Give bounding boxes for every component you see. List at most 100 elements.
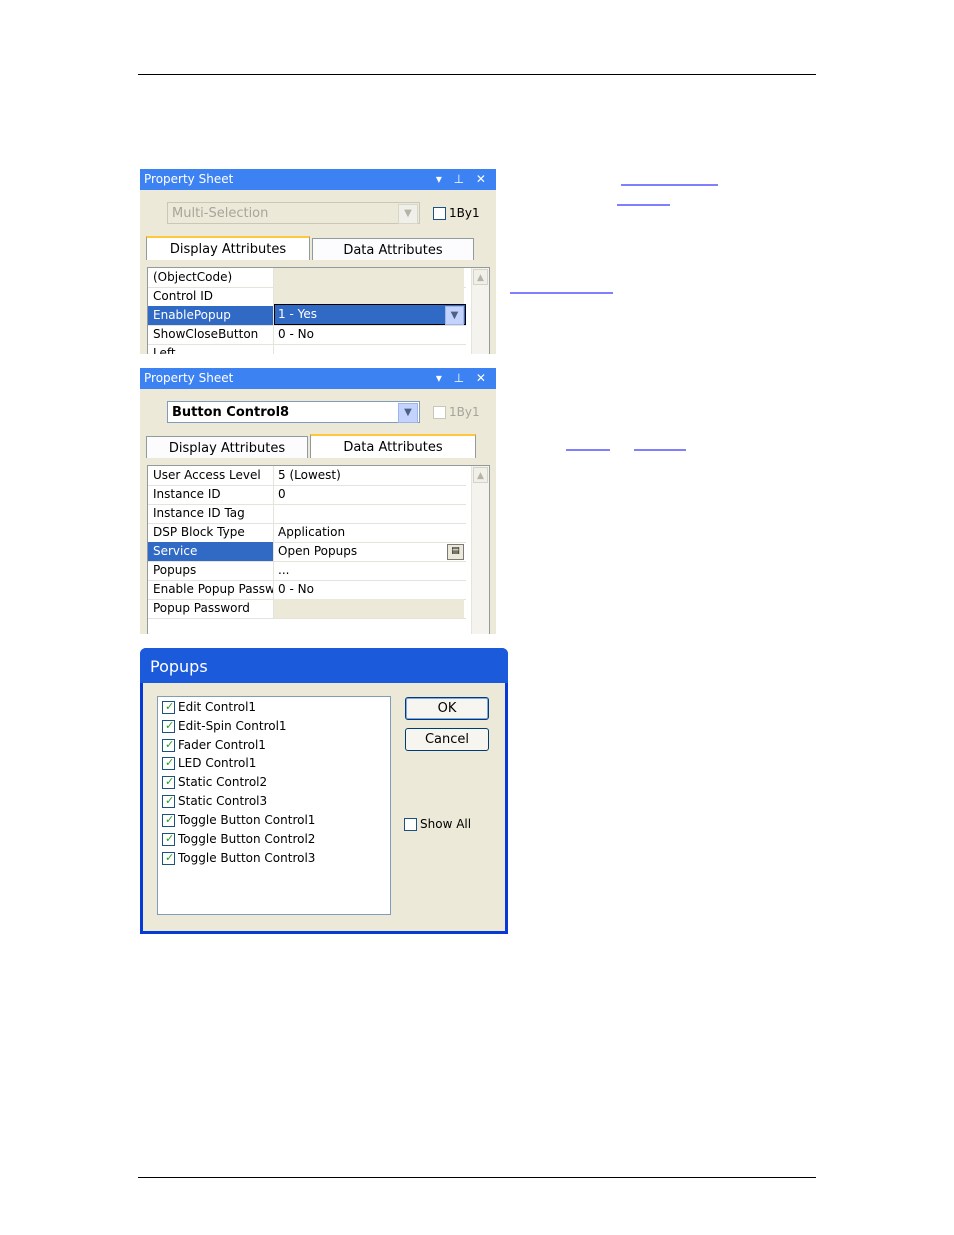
property-key: Popup Password xyxy=(148,599,274,618)
checkbox-checked[interactable]: ✓ xyxy=(162,739,175,752)
checkmark-icon: ✓ xyxy=(165,794,175,807)
property-row[interactable]: Instance ID Tag xyxy=(148,504,466,524)
property-value xyxy=(274,599,464,618)
scroll-up-icon[interactable]: ▲ xyxy=(473,269,488,285)
checkmark-icon: ✓ xyxy=(165,700,175,713)
property-key: ShowCloseButton xyxy=(148,325,274,344)
property-row[interactable]: ShowCloseButton 0 - No xyxy=(148,325,466,345)
property-row[interactable]: Enable Popup Passw 0 - No xyxy=(148,580,466,600)
checkbox-checked[interactable]: ✓ xyxy=(162,795,175,808)
property-sheet-titlebar: Property Sheet ▾ ⊥ ✕ xyxy=(140,169,496,190)
property-key: Service xyxy=(148,542,274,561)
list-item-label: Fader Control1 xyxy=(178,738,266,752)
property-grid: User Access Level 5 (Lowest) Instance ID… xyxy=(147,465,490,634)
property-key: Enable Popup Passw xyxy=(148,580,274,599)
property-row[interactable]: DSP Block Type Application xyxy=(148,523,466,543)
cancel-button[interactable]: Cancel xyxy=(405,728,489,751)
object-select[interactable]: Multi-Selection ▼ xyxy=(167,202,420,224)
checkbox-checked[interactable]: ✓ xyxy=(162,720,175,733)
show-all-checkbox[interactable]: Show All xyxy=(404,816,471,832)
header-rule xyxy=(138,74,816,75)
list-item[interactable]: ✓ Toggle Button Control3 xyxy=(162,849,315,868)
property-key: (ObjectCode) xyxy=(148,268,274,287)
property-value xyxy=(274,344,464,354)
list-item[interactable]: ✓ LED Control1 xyxy=(162,754,256,773)
titlebar-controls-icon[interactable]: ▾ ⊥ ✕ xyxy=(436,169,490,190)
property-value: Application xyxy=(278,525,346,539)
list-item-label: Toggle Button Control2 xyxy=(178,832,316,846)
property-sheet-titlebar: Property Sheet ▾ ⊥ ✕ xyxy=(140,368,496,389)
dialog-body: ✓ Edit Control1 ✓ Edit-Spin Control1 ✓ Fade… xyxy=(143,683,505,931)
list-item[interactable]: ✓ Static Control2 xyxy=(162,773,267,792)
tab-display-attributes[interactable]: Display Attributes xyxy=(146,236,310,260)
popups-list[interactable]: ✓ Edit Control1 ✓ Edit-Spin Control1 ✓ Fade… xyxy=(157,696,391,915)
browse-popups-icon[interactable]: ▤ xyxy=(447,544,464,560)
property-row[interactable]: Instance ID 0 xyxy=(148,485,466,505)
list-item[interactable]: ✓ Fader Control1 xyxy=(162,736,266,755)
property-value xyxy=(274,504,464,523)
checkmark-icon: ✓ xyxy=(165,719,175,732)
property-key: Popups xyxy=(148,561,274,580)
object-select[interactable]: Button Control8 ▼ xyxy=(167,401,420,423)
onebyone-label: 1By1 xyxy=(449,405,480,419)
property-key: Instance ID Tag xyxy=(148,504,274,523)
property-grid: (ObjectCode) Control ID EnablePopup 1 - … xyxy=(147,267,490,354)
enable-popup-dropdown[interactable]: 1 - Yes ▼ xyxy=(274,304,466,325)
property-key: Instance ID xyxy=(148,485,274,504)
property-value: ... xyxy=(278,563,290,577)
dialog-title: Popups xyxy=(140,648,508,683)
checkbox-checked[interactable]: ✓ xyxy=(162,852,175,865)
property-row[interactable]: Popup Password xyxy=(148,599,466,619)
property-sheet-multi: Property Sheet ▾ ⊥ ✕ Multi-Selection ▼ 1… xyxy=(140,169,496,354)
property-value: Open Popups xyxy=(278,544,358,558)
property-row[interactable]: User Access Level 5 (Lowest) xyxy=(148,466,466,486)
onebyone-checkbox[interactable]: 1By1 xyxy=(433,404,493,420)
checkmark-icon: ✓ xyxy=(165,851,175,864)
property-key: User Access Level xyxy=(148,466,274,485)
list-item[interactable]: ✓ Edit Control1 xyxy=(162,698,256,717)
checkmark-icon: ✓ xyxy=(165,775,175,788)
checkbox-checked[interactable]: ✓ xyxy=(162,833,175,846)
property-sheet-button: Property Sheet ▾ ⊥ ✕ Button Control8 ▼ 1… xyxy=(140,368,496,634)
checkbox-checked[interactable]: ✓ xyxy=(162,701,175,714)
checkbox-box[interactable] xyxy=(433,406,446,419)
checkbox-box[interactable] xyxy=(433,207,446,220)
tab-display-attributes[interactable]: Display Attributes xyxy=(146,436,308,458)
checkbox-box[interactable] xyxy=(404,818,417,831)
vertical-scrollbar[interactable]: ▲ xyxy=(471,268,489,354)
property-row[interactable]: Popups ... xyxy=(148,561,466,581)
property-row[interactable]: Left xyxy=(148,344,466,354)
property-key: Control ID xyxy=(148,287,274,306)
object-select-value: Button Control8 xyxy=(172,405,290,420)
property-row[interactable]: (ObjectCode) xyxy=(148,268,466,288)
list-item-label: LED Control1 xyxy=(178,756,257,770)
titlebar-controls-icon[interactable]: ▾ ⊥ ✕ xyxy=(436,368,490,389)
ok-button[interactable]: OK xyxy=(405,697,489,720)
list-item[interactable]: ✓ Toggle Button Control1 xyxy=(162,811,315,830)
list-item-label: Edit-Spin Control1 xyxy=(178,719,287,733)
property-row-selected[interactable]: Service Open Popups ▤ xyxy=(148,542,466,562)
footer-rule xyxy=(138,1177,816,1178)
list-item-label: Static Control2 xyxy=(178,775,268,789)
onebyone-label: 1By1 xyxy=(449,206,480,220)
list-item-label: Edit Control1 xyxy=(178,700,257,714)
checkbox-checked[interactable]: ✓ xyxy=(162,776,175,789)
chevron-down-icon[interactable]: ▼ xyxy=(445,306,464,325)
checkbox-checked[interactable]: ✓ xyxy=(162,757,175,770)
list-item-label: Toggle Button Control3 xyxy=(178,851,316,865)
list-item-label: Toggle Button Control1 xyxy=(178,813,316,827)
chevron-down-icon[interactable]: ▼ xyxy=(398,204,418,224)
scroll-up-icon[interactable]: ▲ xyxy=(473,467,488,483)
list-item[interactable]: ✓ Edit-Spin Control1 xyxy=(162,717,287,736)
list-item[interactable]: ✓ Toggle Button Control2 xyxy=(162,830,315,849)
property-sheet-title: Property Sheet xyxy=(144,371,234,385)
tab-data-attributes[interactable]: Data Attributes xyxy=(312,238,474,260)
checkbox-checked[interactable]: ✓ xyxy=(162,814,175,827)
onebyone-checkbox[interactable]: 1By1 xyxy=(433,205,493,221)
chevron-down-icon[interactable]: ▼ xyxy=(398,403,418,423)
vertical-scrollbar[interactable]: ▲ xyxy=(471,466,489,634)
tab-data-attributes[interactable]: Data Attributes xyxy=(310,434,476,458)
list-item[interactable]: ✓ Static Control3 xyxy=(162,792,267,811)
object-select-value: Multi-Selection xyxy=(172,206,269,221)
property-value: 0 - No xyxy=(278,582,314,596)
